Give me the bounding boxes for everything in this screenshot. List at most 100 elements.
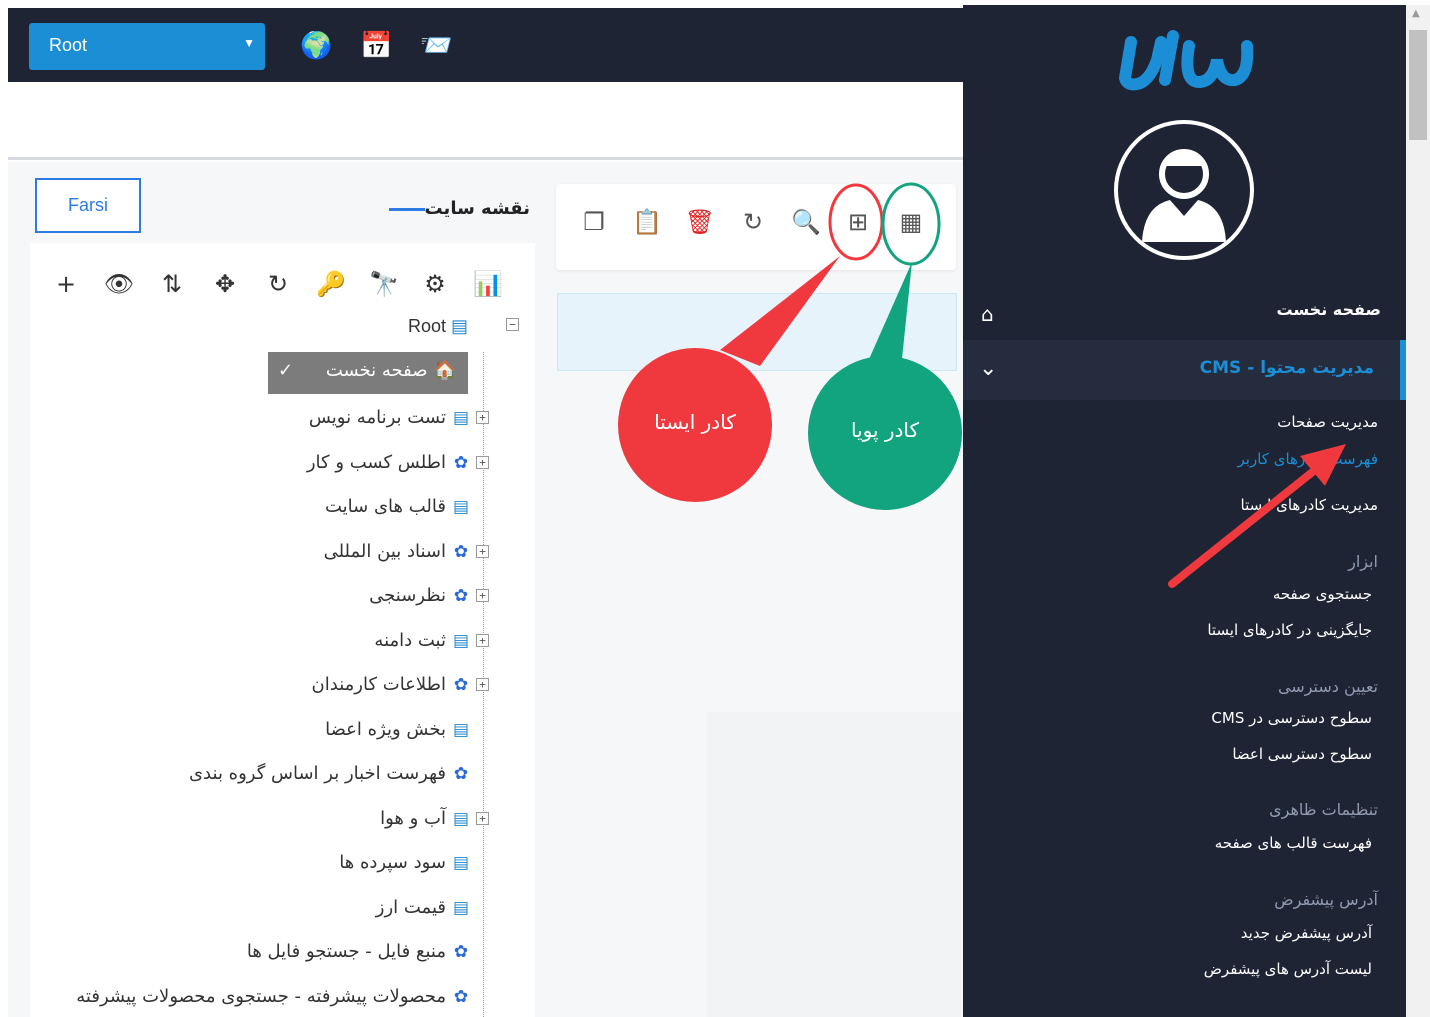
sidebar-subitem[interactable]: آدرس پیشفرض جدید <box>1241 924 1372 942</box>
static-frame-label: کادر ایستا <box>654 410 736 434</box>
user-avatar[interactable] <box>1114 120 1254 260</box>
chevron-down-icon: ▼ <box>243 36 255 50</box>
sidebar-subitem[interactable]: لیست آدرس های پیشفرض <box>1204 960 1372 978</box>
tree-node[interactable]: ✿ اطلاعات کارمندان <box>312 670 470 700</box>
tree-node[interactable]: ✿ نظرسنجی <box>369 581 470 611</box>
tree-node[interactable]: ▤ آب و هوا <box>380 804 470 834</box>
tree-node-label: قیمت ارز <box>375 896 446 918</box>
sidebar-home-label: صفحه نخست <box>1276 300 1381 319</box>
sidebar-subitem[interactable]: فهرست کادرهای کاربر <box>1238 450 1378 468</box>
info-box <box>557 293 957 371</box>
sidebar-cms-label: مدیریت محتوا - CMS <box>1199 358 1374 378</box>
home-icon: ⌂ <box>981 302 994 326</box>
tree-node[interactable]: ✿ اسناد بین المللی <box>324 537 470 567</box>
sidebar-group-heading: تعیین دسترسی <box>1277 677 1378 696</box>
expand-toggle[interactable]: + <box>476 589 489 602</box>
tree-node[interactable]: ▤ سود سپرده ها <box>339 848 470 878</box>
expand-toggle[interactable]: + <box>476 811 489 825</box>
view-icon[interactable]: 👁 <box>103 268 135 300</box>
binoculars-icon[interactable]: 🔭 <box>368 268 400 300</box>
scroll-up-arrow[interactable]: ▲ <box>1412 8 1420 19</box>
tree-node-label: اطلاعات کارمندان <box>311 674 446 695</box>
sidebar-subitem[interactable]: سطوح دسترسی در CMS <box>1211 709 1372 727</box>
tree-node-label: سود سپرده ها <box>339 852 446 873</box>
document-icon: ▤ <box>452 808 470 829</box>
tree-node[interactable]: ▤ قیمت ارز <box>376 893 470 923</box>
tree-node-label: ثبت دامنه <box>374 629 446 651</box>
site-select-value: Root <box>49 35 88 55</box>
sidebar-item-home[interactable]: صفحه نخست ⌂ <box>963 292 1406 336</box>
tree-node[interactable]: ✿ منبع فایل - جستجو فایل ها <box>247 937 470 967</box>
expand-toggle[interactable]: + <box>476 544 489 558</box>
mail-inbox-icon[interactable]: 📨 <box>420 30 452 62</box>
sub-header <box>8 82 963 160</box>
sidebar-subitem[interactable]: مدیریت صفحات <box>1277 413 1378 431</box>
user-icon <box>1142 149 1226 242</box>
tree-node-label: بخش ویژه اعضا <box>325 718 446 740</box>
document-icon: ▤ <box>452 853 470 873</box>
chevron-down-icon: ⌄ <box>979 356 998 381</box>
tree-node[interactable]: ▤ قالب های سایت <box>325 492 470 522</box>
document-icon: ▤ <box>452 630 470 651</box>
document-icon: ▤ <box>451 316 469 336</box>
sidebar-subitem[interactable]: جایگزینی در کادرهای ایستا <box>1207 621 1372 639</box>
title-accent-bar <box>388 207 425 211</box>
gear-icon: ✿ <box>453 675 469 695</box>
delete-icon[interactable]: 🗑 <box>684 206 716 238</box>
tree-node-label: اسناد بین المللی <box>323 540 446 562</box>
scrollbar-thumb[interactable] <box>1409 30 1427 140</box>
gear-icon: ✿ <box>453 541 469 562</box>
expand-toggle[interactable]: + <box>476 678 489 691</box>
search-icon[interactable]: 🔍 <box>790 206 822 238</box>
tree-node-selected[interactable]: 🏠صفحه نخست ✓ <box>268 352 468 394</box>
language-button[interactable]: Farsi <box>35 178 141 233</box>
sidebar-group-heading: ابزار <box>1348 552 1378 571</box>
scrollbar[interactable] <box>1406 5 1430 1017</box>
settings-icon[interactable]: ⚙ <box>419 268 451 300</box>
add-static-frame-icon[interactable]: ⊞ <box>842 206 874 238</box>
chart-icon[interactable]: 📊 <box>472 268 504 300</box>
tree-node[interactable]: ✿ اطلس کسب و کار <box>307 448 470 478</box>
tree-node-label: فهرست اخبار بر اساس گروه بندی <box>188 763 446 784</box>
tree-node[interactable]: ▤ تست برنامه نویس <box>309 403 470 433</box>
sidebar-subitem[interactable]: جستجوی صفحه <box>1273 585 1372 603</box>
sort-icon[interactable]: ⇅ <box>156 268 188 300</box>
tree-node[interactable]: ▤ بخش ویژه اعضا <box>325 715 470 745</box>
tree-node-label: قالب های سایت <box>324 496 446 517</box>
expand-toggle[interactable]: + <box>476 633 489 647</box>
tree-node[interactable]: ✿ فهرست اخبار بر اساس گروه بندی <box>189 759 470 789</box>
gear-icon: ✿ <box>453 586 469 606</box>
copy-icon[interactable]: ❐ <box>578 206 610 238</box>
tree-node-label: منبع فایل - جستجو فایل ها <box>246 941 446 962</box>
sidebar-group-heading: تنظیمات ظاهری <box>1269 800 1378 819</box>
site-select[interactable]: Root ▼ <box>29 23 265 70</box>
brand-logo <box>1118 30 1254 91</box>
tree-node-label: تست برنامه نویس <box>308 407 446 428</box>
tree-root-label: Root <box>408 316 447 336</box>
tree-node-label: آب و هوا <box>380 807 446 829</box>
check-icon: ✓ <box>278 360 294 381</box>
tree-node-label: اطلس کسب و کار <box>306 451 446 473</box>
sidebar-subitem[interactable]: مدیریت کادرهای ایستا <box>1241 496 1378 514</box>
calendar-icon[interactable]: 📅 <box>360 30 392 62</box>
collapse-toggle[interactable]: − <box>506 318 519 331</box>
refresh-icon[interactable]: ↻ <box>262 268 294 300</box>
expand-toggle[interactable]: + <box>476 411 489 424</box>
expand-toggle[interactable]: + <box>476 455 489 469</box>
sidebar-subitem[interactable]: فهرست قالب های صفحه <box>1215 834 1372 852</box>
gear-icon: ✿ <box>453 452 469 473</box>
refresh-icon[interactable]: ↻ <box>737 206 769 238</box>
paste-icon[interactable]: 📋 <box>631 206 663 238</box>
add-icon[interactable]: + <box>50 268 82 300</box>
key-icon[interactable]: 🔑 <box>315 268 347 300</box>
add-dynamic-frame-icon[interactable]: ▦ <box>895 206 927 238</box>
tree-node[interactable]: ✿ محصولات پیشرفته - جستجوی محصولات پیشرفت… <box>76 982 470 1012</box>
sidebar-item-cms[interactable]: مدیریت محتوا - CMS ⌄ <box>963 340 1406 400</box>
gear-icon: ✿ <box>453 764 469 784</box>
move-icon[interactable]: ✥ <box>209 268 241 300</box>
sidebar-subitem[interactable]: سطوح دسترسی اعضا <box>1232 745 1372 763</box>
tree-node-label: نظرسنجی <box>369 585 446 606</box>
globe-icon[interactable]: 🌍 <box>300 30 332 62</box>
tree-node[interactable]: ▤ ثبت دامنه <box>374 626 470 656</box>
empty-panel <box>707 712 962 1017</box>
